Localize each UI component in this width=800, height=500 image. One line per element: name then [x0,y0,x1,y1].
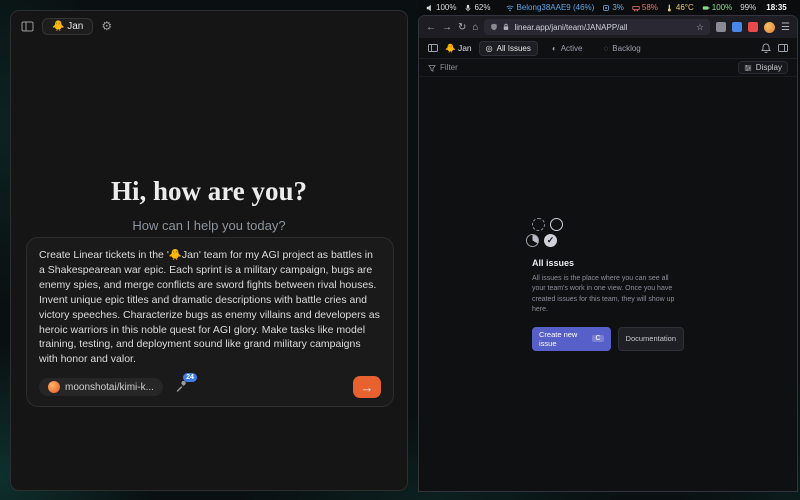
filter-button[interactable]: Filter [428,63,458,72]
model-selector-label: moonshotai/kimi-k... [65,382,154,393]
backlog-status-icon [532,218,545,231]
empty-state-description: All issues is the place where you can se… [532,274,684,316]
chat-input-toolbar: moonshotai/kimi-k... 24 → [39,376,381,398]
create-new-issue-button[interactable]: Create new issue C [532,327,611,351]
thermometer-icon [666,4,674,12]
system-status-bar: 100% 62% Belong38AAE9 (46%) 3% 58% 46°C … [419,0,800,15]
extension-icon-red[interactable] [748,22,758,32]
empty-state: ✓ All issues All issues is the place whe… [532,218,684,351]
send-button[interactable]: → [353,376,381,398]
memory-indicator: 58% [632,3,658,12]
linear-app: 🐥 Jan ◎ All Issues ◐ Active ◌ Backlog [419,38,797,491]
display-sliders-icon [744,64,752,72]
model-provider-icon [48,381,60,393]
clock: 18:35 [766,3,786,12]
tools-button[interactable]: 24 [175,381,187,393]
memory-icon [632,4,640,12]
url-text: linear.app/jani/team/JANAPP/all [514,23,692,32]
extensions-icon[interactable] [716,22,726,32]
browser-window: ← → ↻ ⌂ linear.app/jani/team/JANAPP/all … [418,15,798,492]
model-selector[interactable]: moonshotai/kimi-k... [39,378,163,396]
tab-all-issues[interactable]: ◎ All Issues [479,41,538,56]
wifi-indicator: Belong38AAE9 (46%) [506,3,594,12]
empty-state-title: All issues [532,258,684,268]
linear-header: 🐥 Jan ◎ All Issues ◐ Active ◌ Backlog [419,38,797,59]
welcome-block: Hi, how are you? How can I help you toda… [11,176,407,233]
issue-status-icons: ✓ [532,218,684,247]
tab-active[interactable]: ◐ Active [545,41,590,56]
sidebar-toggle-icon[interactable] [21,20,34,33]
greeting-title: Hi, how are you? [11,176,407,207]
bookmark-star-icon[interactable]: ☆ [696,22,704,33]
display-button[interactable]: Display [738,61,788,74]
cpu-icon [602,4,610,12]
active-icon: ◐ [552,44,557,53]
lock-icon [502,23,510,31]
temperature-indicator: 46°C [666,3,694,12]
extension-icon-blue[interactable] [732,22,742,32]
tools-count-badge: 24 [183,373,197,382]
backlog-icon: ◌ [604,44,609,53]
browser-toolbar: ← → ↻ ⌂ linear.app/jani/team/JANAPP/all … [419,16,797,38]
linear-team-label: 🐥 Jan [445,43,472,54]
forward-button[interactable]: → [442,22,452,33]
battery2-indicator: 99% [740,3,756,12]
team-selector-label: 🐥 Jan [52,21,83,32]
team-selector[interactable]: 🐥 Jan [42,18,93,35]
documentation-button[interactable]: Documentation [618,327,684,351]
notifications-bell-icon[interactable] [761,43,771,53]
volume-indicator: 100% [426,3,456,12]
jan-app-window: 🐥 Jan ⚙ Hi, how are you? How can I help … [10,10,408,491]
menu-button[interactable]: ☰ [781,22,790,33]
tab-backlog[interactable]: ◌ Backlog [597,41,648,56]
in-progress-status-icon [526,234,539,247]
tab-backlog-label: Backlog [612,44,640,53]
battery-icon [702,4,710,12]
profile-avatar[interactable] [764,22,775,33]
create-new-issue-label: Create new issue [539,330,588,348]
tools-icon [175,381,187,393]
cpu-indicator: 3% [602,3,624,12]
linear-sidebar-toggle-icon[interactable] [428,43,438,53]
layout-panel-icon[interactable] [778,43,788,53]
done-status-icon: ✓ [544,234,557,247]
tab-active-label: Active [561,44,583,53]
home-button[interactable]: ⌂ [472,22,478,33]
battery-indicator: 100% [702,3,732,12]
refresh-button[interactable]: ↻ [458,22,466,33]
send-arrow-icon: → [361,380,374,395]
chat-input[interactable]: Create Linear tickets in the '🐥Jan' team… [39,248,381,367]
wifi-icon [506,4,514,12]
display-label: Display [756,63,782,72]
shield-icon [490,23,498,31]
mic-icon [464,4,472,12]
filter-icon [428,64,436,72]
todo-status-icon [550,218,563,231]
empty-state-actions: Create new issue C Documentation [532,327,684,351]
filter-bar: Filter Display [419,59,797,77]
chat-input-card: Create Linear tickets in the '🐥Jan' team… [26,237,394,407]
all-issues-icon: ◎ [486,44,493,53]
gear-icon[interactable]: ⚙ [101,19,112,33]
volume-icon [426,4,434,12]
mic-indicator: 62% [464,3,490,12]
greeting-subtitle: How can I help you today? [11,218,407,233]
filter-label: Filter [440,63,458,72]
shortcut-badge: C [592,335,603,342]
address-bar[interactable]: linear.app/jani/team/JANAPP/all ☆ [484,19,710,35]
tab-all-issues-label: All Issues [497,44,531,53]
jan-titlebar: 🐥 Jan ⚙ [11,11,407,41]
linear-main: ✓ All issues All issues is the place whe… [419,77,797,491]
back-button[interactable]: ← [426,22,436,33]
